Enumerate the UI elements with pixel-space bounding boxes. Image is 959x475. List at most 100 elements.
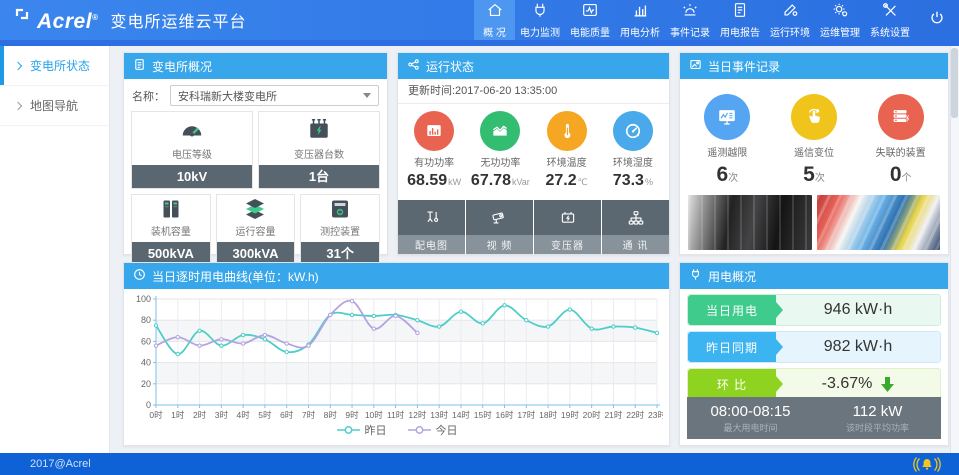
panel-title: 当日逐时用电曲线(单位：kW.h) (152, 268, 319, 285)
installed-capacity-card: 装机容量 500kVA (131, 194, 211, 266)
app-title: 变电所运维云平台 (110, 8, 246, 32)
svg-text:22时: 22时 (626, 410, 644, 420)
nav-label: 电能质量 (570, 24, 610, 39)
pencil-icon (781, 1, 799, 22)
nav-label: 电力监测 (520, 24, 560, 39)
max-usage-time-range: 08:00-08:15 (710, 403, 790, 420)
offline-device-count: 0 (890, 163, 902, 186)
server-room-photo (688, 195, 812, 250)
svg-text:21时: 21时 (604, 410, 622, 420)
transformer-button[interactable]: 变压器 (534, 200, 602, 254)
communication-button[interactable]: 通 讯 (602, 200, 669, 254)
home-icon (486, 1, 504, 22)
chart-legend: 昨日 今日 (130, 421, 663, 438)
circuit-icon (398, 200, 465, 235)
nav-item-power-quality[interactable]: 电能质量 (565, 0, 615, 40)
sidebar: 变电所状态 地图导航 (0, 46, 110, 453)
photo-icon (689, 58, 702, 74)
svg-text:8时: 8时 (324, 410, 338, 420)
svg-text:5时: 5时 (258, 410, 272, 420)
sidebar-item-substation-status[interactable]: 变电所状态 (0, 46, 109, 86)
active-power-value: 68.59 (407, 172, 447, 189)
nav-item-usage-analysis[interactable]: 用电分析 (615, 0, 665, 40)
daily-events-panel: 当日事件记录 遥测越限 6次 遥信变位 5次 (679, 52, 949, 255)
alarm-bell-icon[interactable] (913, 456, 941, 473)
sidebar-item-map-nav[interactable]: 地图导航 (0, 86, 109, 126)
legend-marker-icon (407, 425, 432, 435)
panel-title: 当日事件记录 (708, 58, 780, 75)
today-usage-label: 当日用电 (688, 295, 776, 325)
svg-text:7时: 7时 (302, 410, 316, 420)
nav-item-power-monitor[interactable]: 电力监测 (515, 0, 565, 40)
chart-legend-item[interactable]: 昨日 (336, 422, 387, 438)
logout-power-button[interactable] (915, 0, 959, 40)
monitor-icon (704, 94, 750, 140)
brand-logo: Acrel® (0, 5, 98, 35)
nav-item-event-record[interactable]: 事件记录 (665, 0, 715, 40)
usage-overview-panel: 用电概况 当日用电 946 kW·h 昨日同期 982 kW·h 环 比 -3.… (679, 262, 949, 446)
bar-chart-icon (631, 1, 649, 22)
svg-text:1时: 1时 (171, 410, 185, 420)
layers-icon (217, 195, 295, 223)
panel-title: 用电概况 (708, 268, 756, 285)
substation-select[interactable]: 安科瑞新大楼变电所 (170, 85, 379, 106)
transformer-icon (259, 112, 379, 146)
ratio-row: 环 比 -3.67% (687, 368, 941, 400)
panel-header: 变电所概况 (124, 53, 387, 79)
svg-text:100: 100 (136, 294, 151, 304)
max-usage-time-caption: 最大用电时间 (723, 421, 777, 434)
chevron-right-icon (14, 101, 22, 109)
reactive-power-stat: 无功功率 67.78kVar (467, 111, 533, 198)
svg-text:12时: 12时 (408, 410, 426, 420)
nav-item-usage-report[interactable]: 用电报告 (715, 0, 765, 40)
scrollbar-thumb[interactable] (951, 48, 958, 118)
svg-text:9时: 9时 (345, 410, 359, 420)
today-usage-row: 当日用电 946 kW·h (687, 294, 941, 326)
nav-label: 概 况 (483, 24, 506, 39)
nav-item-maintenance[interactable]: 运维管理 (815, 0, 865, 40)
svg-text:11时: 11时 (387, 410, 405, 420)
app-header: Acrel® 变电所运维云平台 概 况 电力监测 电能质量 用电分析 事件 (0, 0, 959, 40)
signal-change-stat: 遥信变位 5次 (771, 94, 858, 187)
substation-overview-panel: 变电所概况 名称： 安科瑞新大楼变电所 电压等级 10kV (123, 52, 388, 255)
transformer-count-value: 1台 (259, 165, 379, 188)
network-icon (602, 200, 669, 235)
distribution-diagram-button[interactable]: 配电图 (398, 200, 466, 254)
active-power-stat: 有功功率 68.59kW (401, 111, 467, 198)
vertical-scrollbar[interactable] (950, 46, 959, 453)
svg-text:0时: 0时 (149, 410, 163, 420)
telemetry-overlimit-count: 6 (716, 163, 728, 186)
app-footer: 2017@Acrel (0, 453, 959, 475)
report-icon (731, 1, 749, 22)
svg-text:18时: 18时 (539, 410, 557, 420)
svg-text:15时: 15时 (474, 410, 492, 420)
nav-label: 用电分析 (620, 24, 660, 39)
video-button[interactable]: 视 频 (466, 200, 534, 254)
nav-item-environment[interactable]: 运行环境 (765, 0, 815, 40)
nav-label: 运行环境 (770, 24, 810, 39)
server-icon (878, 94, 924, 140)
arrow-down-icon (881, 377, 894, 392)
nav-item-settings[interactable]: 系统设置 (865, 0, 915, 40)
nodes-icon (407, 58, 420, 74)
svg-text:20时: 20时 (583, 410, 601, 420)
header-accent-strip (0, 40, 959, 46)
svg-text:23时: 23时 (648, 410, 663, 420)
nav-label: 系统设置 (870, 24, 910, 39)
substation-select-value: 安科瑞新大楼变电所 (178, 88, 277, 104)
running-status-panel: 运行状态 更新时间:2017-06-20 13:35:00 有功功率 68.59… (397, 52, 670, 255)
clock-icon (133, 268, 146, 284)
nav-item-overview[interactable]: 概 况 (474, 0, 515, 40)
legend-label: 昨日 (365, 422, 387, 438)
caret-down-icon (363, 93, 371, 98)
svg-text:80: 80 (141, 315, 151, 325)
name-label: 名称： (132, 88, 165, 104)
hand-click-icon (791, 94, 837, 140)
acrel-logo-icon (13, 5, 31, 28)
chart-legend-item[interactable]: 今日 (407, 422, 458, 438)
sidebar-item-label: 地图导航 (30, 97, 78, 114)
avg-power-value: 112 kW (853, 403, 903, 420)
panel-header: 当日事件记录 (680, 53, 948, 79)
plug-icon (531, 1, 549, 22)
env-temperature-value: 27.2 (546, 172, 577, 189)
